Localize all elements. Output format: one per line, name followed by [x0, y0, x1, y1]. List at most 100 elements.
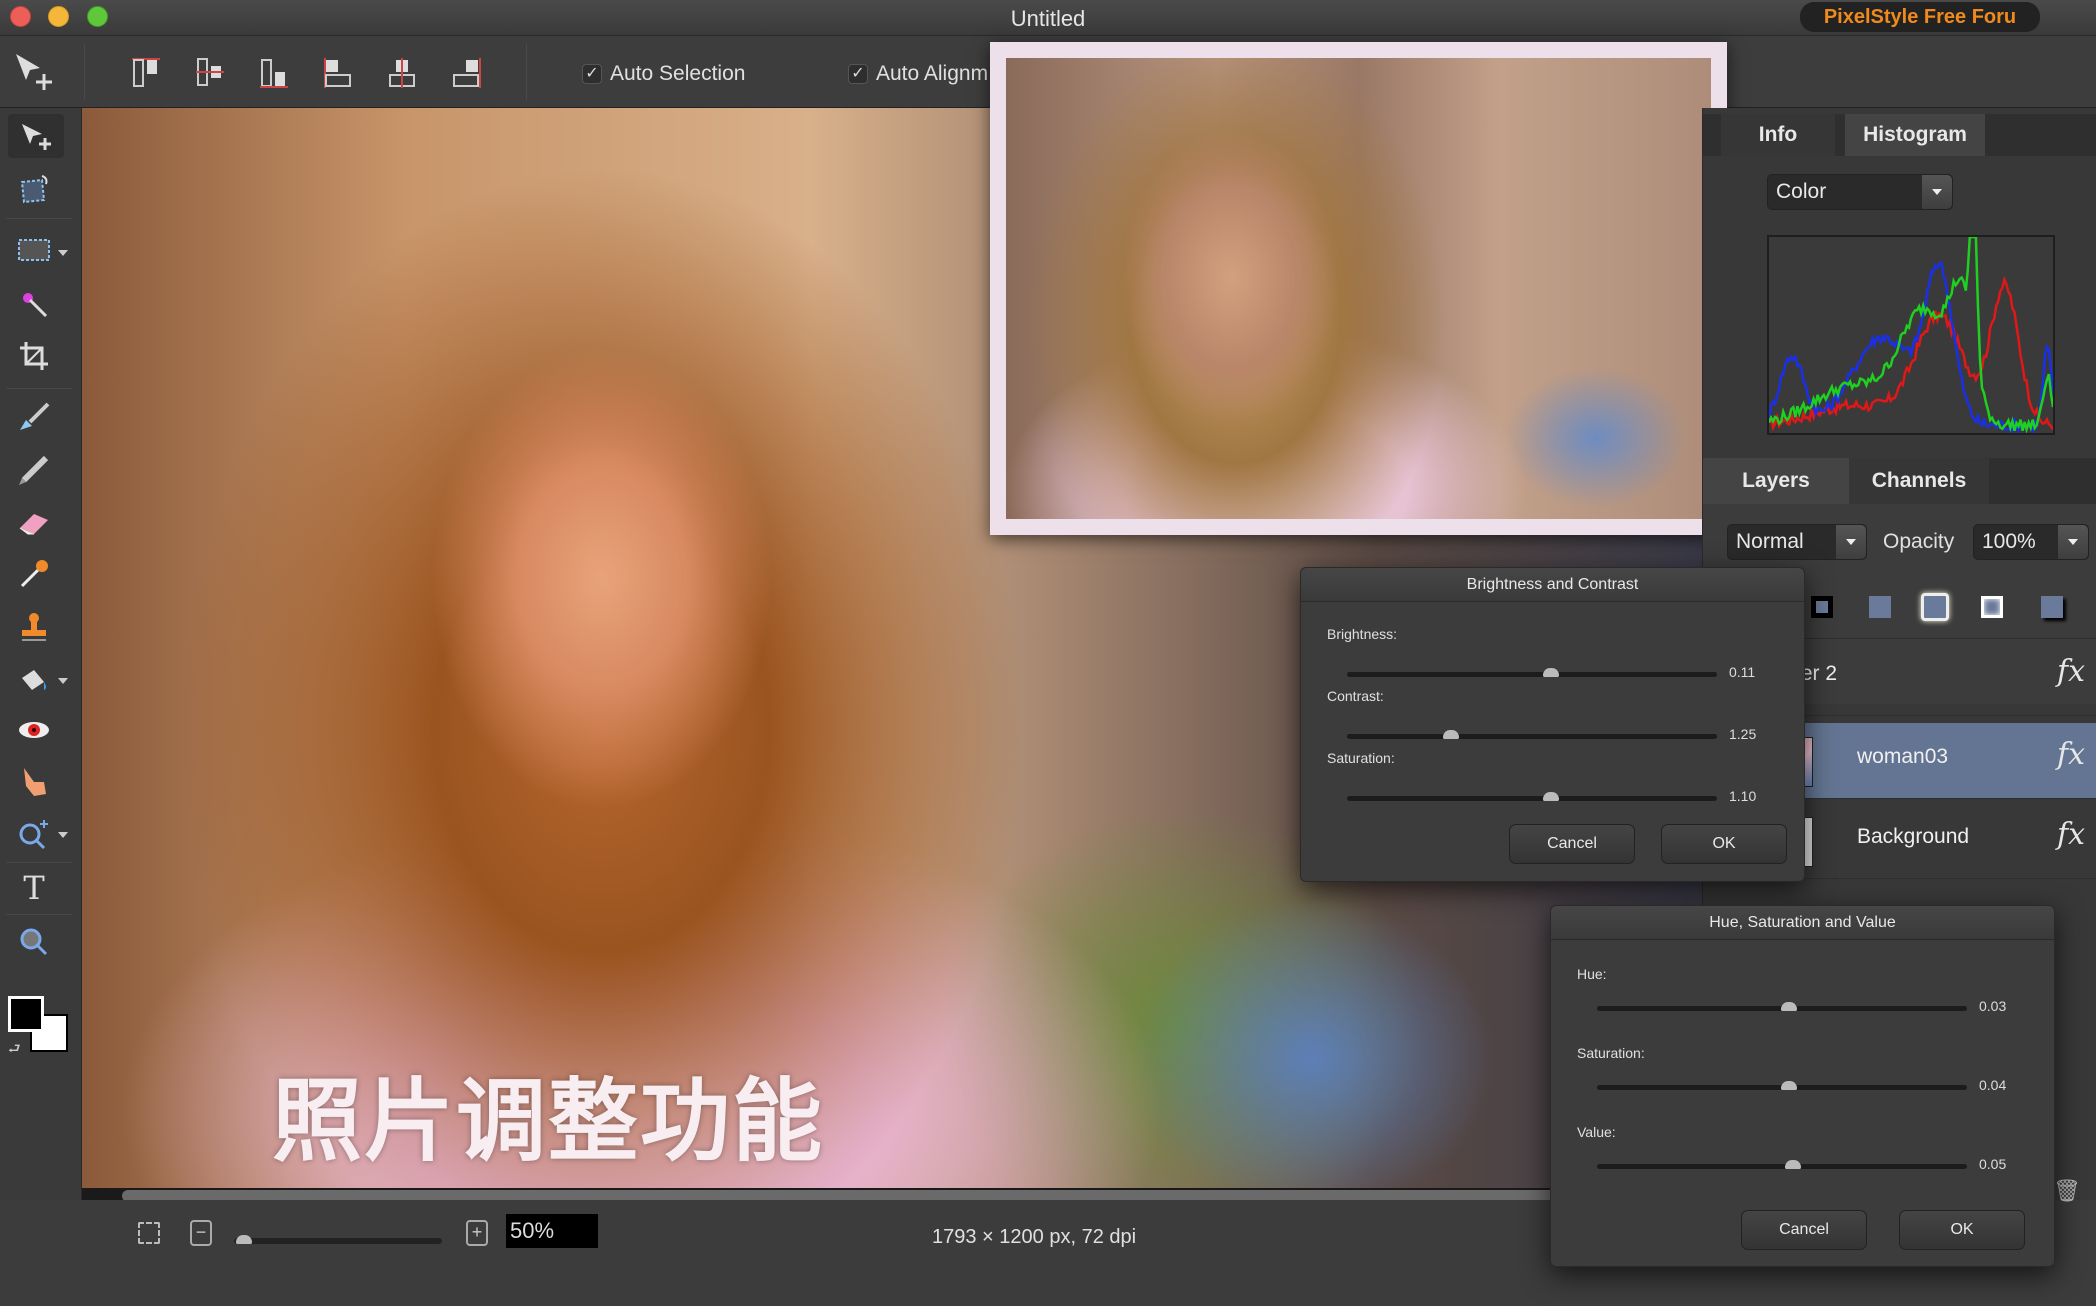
histogram-chart — [1767, 235, 2055, 436]
brightness-contrast-dialog: Brightness and Contrast Brightness: 0.11… — [1300, 567, 1805, 882]
smudge-tool[interactable] — [12, 760, 56, 804]
info-histogram-tabbar: Info Histogram — [1703, 114, 2096, 156]
view-tool[interactable] — [12, 920, 56, 964]
slider-thumb[interactable] — [1785, 1160, 1802, 1169]
layer-style-inner-glow[interactable] — [1981, 596, 2003, 618]
blend-mode-value: Normal — [1736, 530, 1804, 553]
auto-selection-label: Auto Selection — [610, 62, 746, 85]
marquee-tool[interactable] — [12, 228, 56, 272]
cancel-button[interactable]: Cancel — [1741, 1210, 1867, 1250]
fit-screen-icon[interactable] — [138, 1222, 160, 1244]
magic-wand-icon — [23, 293, 48, 318]
align-vertical-center-icon — [196, 58, 224, 86]
tab-channels[interactable]: Channels — [1849, 458, 1989, 504]
align-top-icon — [132, 58, 160, 87]
text-tool[interactable]: T — [12, 866, 56, 910]
crop-tool[interactable] — [12, 334, 56, 378]
ok-button[interactable]: OK — [1661, 824, 1787, 864]
histogram-channel-select[interactable]: Color — [1767, 174, 1953, 210]
layer-style-outer-glow[interactable] — [1921, 593, 1949, 621]
brush-icon — [20, 402, 50, 430]
cancel-button[interactable]: Cancel — [1509, 824, 1635, 864]
align-left-icon — [324, 58, 351, 88]
layer-effects-icon[interactable]: fx — [2057, 654, 2085, 689]
brush-tool[interactable] — [12, 396, 56, 440]
hue-value: 0.03 — [1979, 998, 2007, 1014]
align-left-button[interactable] — [322, 56, 356, 90]
stamp-tool[interactable] — [12, 604, 56, 648]
swap-colors-icon[interactable]: ⮐ — [8, 1038, 21, 1062]
layer-effects-icon[interactable]: fx — [2057, 737, 2085, 772]
layer-style-flat[interactable] — [1869, 596, 1891, 618]
auto-align-checkbox[interactable]: ✓ — [848, 64, 868, 84]
contrast-label: Contrast: — [1327, 688, 1384, 704]
zoom-slider[interactable] — [234, 1235, 442, 1244]
zoom-value-field[interactable]: 50% — [506, 1214, 598, 1248]
value-slider[interactable] — [1597, 1160, 1967, 1169]
hue-slider[interactable] — [1597, 1002, 1967, 1011]
align-right-button[interactable] — [450, 56, 484, 90]
magic-wand-tool[interactable] — [12, 282, 56, 326]
align-hcenter-button[interactable] — [386, 56, 420, 90]
fill-menu-arrow-icon[interactable] — [58, 678, 68, 684]
transform-icon — [20, 175, 48, 204]
zoom-slider-thumb[interactable] — [236, 1235, 253, 1244]
tab-layers[interactable]: Layers — [1703, 458, 1849, 504]
tab-histogram[interactable]: Histogram — [1845, 114, 1985, 156]
ok-button[interactable]: OK — [1899, 1210, 2025, 1250]
slider-thumb[interactable] — [1442, 730, 1459, 739]
slider-thumb[interactable] — [1781, 1002, 1798, 1011]
saturation-slider[interactable] — [1597, 1081, 1967, 1090]
brightness-value: 0.11 — [1729, 664, 1756, 680]
opacity-select[interactable]: 100% — [1973, 524, 2089, 560]
eraser-tool[interactable] — [12, 500, 56, 544]
slider-thumb[interactable] — [1781, 1081, 1798, 1090]
align-top-button[interactable] — [130, 56, 164, 90]
hue-label: Hue: — [1577, 966, 1607, 982]
slider-thumb[interactable] — [1542, 792, 1559, 801]
zoom-tool[interactable] — [12, 812, 56, 856]
layer-style-shadow[interactable] — [1811, 596, 1833, 618]
brightness-slider[interactable] — [1347, 668, 1717, 677]
pencil-tool[interactable] — [12, 448, 56, 492]
title-bar: Untitled PixelStyle Free Foru — [0, 0, 2096, 36]
blend-mode-select[interactable]: Normal — [1727, 524, 1867, 560]
auto-align-label: Auto Alignm — [876, 62, 989, 85]
horizontal-scrollbar[interactable] — [122, 1190, 1702, 1200]
brightness-label: Brightness: — [1327, 626, 1398, 642]
marquee-menu-arrow-icon[interactable] — [58, 250, 68, 256]
fill-tool[interactable] — [12, 656, 56, 700]
stamp-icon — [22, 613, 46, 641]
opacity-label: Opacity — [1883, 530, 1955, 553]
saturation-value: 1.10 — [1729, 788, 1757, 804]
foreground-color-swatch[interactable] — [8, 996, 44, 1032]
saturation-slider[interactable] — [1347, 792, 1717, 801]
red-eye-tool[interactable] — [12, 708, 56, 752]
slider-thumb[interactable] — [1542, 668, 1559, 677]
layer-style-drop-shadow[interactable] — [2041, 596, 2063, 618]
move-tool-option[interactable] — [12, 50, 58, 96]
text-icon: T — [23, 869, 45, 907]
zoom-in-button[interactable]: + — [466, 1220, 488, 1246]
dialog-title: Hue, Saturation and Value — [1551, 906, 2054, 940]
trash-icon[interactable]: 🗑 — [2053, 1178, 2081, 1204]
promo-badge[interactable]: PixelStyle Free Foru — [1800, 2, 2040, 32]
align-vcenter-button[interactable] — [194, 56, 228, 90]
chevron-down-icon — [1922, 175, 1952, 209]
layer-effects-icon[interactable]: fx — [2057, 817, 2085, 852]
zoom-menu-arrow-icon[interactable] — [58, 832, 68, 838]
auto-selection-checkbox[interactable]: ✓ — [582, 64, 602, 84]
opacity-value: 100% — [1982, 530, 2036, 553]
move-tool[interactable] — [8, 114, 64, 158]
align-bottom-button[interactable] — [258, 56, 292, 90]
eyedropper-tool[interactable] — [12, 552, 56, 596]
original-preview-window — [990, 42, 1727, 535]
tab-info[interactable]: Info — [1721, 114, 1835, 156]
transform-tool[interactable] — [12, 168, 56, 212]
move-arrow-icon — [16, 54, 52, 90]
contrast-slider[interactable] — [1347, 730, 1717, 739]
zoom-out-button[interactable]: − — [190, 1220, 212, 1246]
document-info: 1793 × 1200 px, 72 dpi — [932, 1226, 1137, 1248]
histogram-plot — [1767, 235, 2055, 436]
toolbar-divider — [526, 44, 527, 100]
